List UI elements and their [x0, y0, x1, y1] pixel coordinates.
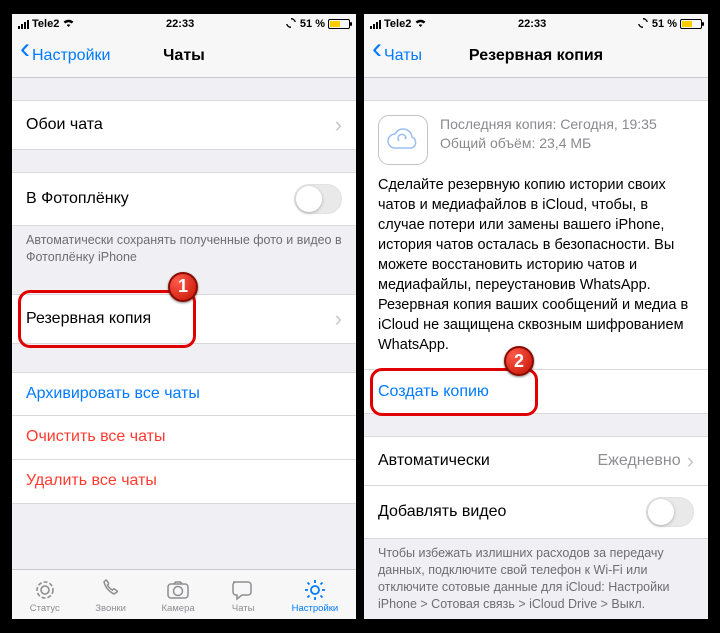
carrier-label: Tele2 — [384, 18, 411, 30]
chevron-right-icon: › — [687, 448, 694, 474]
last-backup-label: Последняя копия: Сегодня, 19:35 — [440, 115, 657, 134]
screen-backup: Tele2 22:33 51 % Чаты Резервная копия — [364, 14, 708, 619]
tab-chats[interactable]: Чаты — [230, 578, 256, 614]
clock-label: 22:33 — [166, 18, 194, 30]
status-bar: Tele2 22:33 51 % — [364, 14, 708, 34]
carrier-label: Tele2 — [32, 18, 59, 30]
sync-icon — [285, 17, 297, 32]
cell-label: Создать копию — [378, 383, 489, 401]
battery-icon — [680, 19, 702, 29]
sync-icon — [637, 17, 649, 32]
cell-label: Автоматически — [378, 452, 490, 470]
step-badge-2: 2 — [504, 346, 534, 376]
toggle-include-video[interactable] — [646, 497, 694, 527]
nav-bar: Чаты Резервная копия — [364, 34, 708, 78]
cell-create-backup[interactable]: Создать копию — [364, 370, 708, 414]
backup-description: Сделайте резервную копию истории своих ч… — [378, 175, 694, 355]
cell-value: Ежедневно — [597, 452, 686, 470]
cell-label: Резервная копия — [26, 310, 151, 328]
cell-wallpaper[interactable]: Обои чата › — [12, 100, 356, 150]
tab-settings[interactable]: Настройки — [292, 578, 339, 614]
tab-label: Чаты — [232, 603, 255, 614]
cell-label: Обои чата — [26, 116, 103, 134]
page-title: Чаты — [163, 47, 205, 65]
backup-info: Последняя копия: Сегодня, 19:35 Общий об… — [364, 100, 708, 370]
tab-camera[interactable]: Камера — [161, 578, 194, 614]
cell-clear-all[interactable]: Очистить все чаты — [12, 416, 356, 460]
wifi-icon — [414, 18, 427, 31]
chevron-right-icon: › — [335, 306, 342, 332]
cell-label: В Фотоплёнку — [26, 190, 129, 208]
cell-label: Очистить все чаты — [26, 428, 165, 446]
battery-pct-label: 51 % — [300, 18, 325, 30]
clock-label: 22:33 — [518, 18, 546, 30]
cell-label: Добавлять видео — [378, 503, 506, 521]
footer-camera-roll: Автоматически сохранять полученные фото … — [12, 226, 356, 266]
tab-label: Камера — [161, 603, 194, 614]
tab-label: Настройки — [292, 603, 339, 614]
back-label: Настройки — [32, 47, 110, 65]
screen-chats-settings: Tele2 22:33 51 % Настройки Чаты — [12, 14, 356, 619]
tab-calls[interactable]: Звонки — [95, 578, 126, 614]
back-button[interactable]: Настройки — [20, 47, 110, 65]
page-title: Резервная копия — [469, 47, 603, 65]
cell-label: Удалить все чаты — [26, 472, 157, 490]
nav-bar: Настройки Чаты — [12, 34, 356, 78]
back-label: Чаты — [384, 47, 422, 65]
cell-include-video[interactable]: Добавлять видео — [364, 486, 708, 539]
chevron-right-icon: › — [335, 112, 342, 138]
cell-save-camera-roll[interactable]: В Фотоплёнку — [12, 172, 356, 226]
back-button[interactable]: Чаты — [372, 47, 422, 65]
signal-icon — [370, 20, 381, 29]
footer-data-warning: Чтобы избежать излишних расходов за пере… — [364, 539, 708, 613]
step-badge-1: 1 — [168, 272, 198, 302]
tab-bar: Статус Звонки Камера Чаты Настройки — [12, 569, 356, 619]
cell-delete-all[interactable]: Удалить все чаты — [12, 460, 356, 504]
tab-label: Звонки — [95, 603, 126, 614]
tab-label: Статус — [30, 603, 60, 614]
tab-status[interactable]: Статус — [30, 578, 60, 614]
chevron-left-icon — [372, 47, 382, 65]
content-scroll[interactable]: Последняя копия: Сегодня, 19:35 Общий об… — [364, 78, 708, 619]
total-size-label: Общий объём: 23,4 МБ — [440, 134, 657, 153]
battery-icon — [328, 19, 350, 29]
cell-auto-backup[interactable]: Автоматически Ежедневно › — [364, 436, 708, 486]
battery-pct-label: 51 % — [652, 18, 677, 30]
chevron-left-icon — [20, 47, 30, 65]
signal-icon — [18, 20, 29, 29]
content-scroll[interactable]: Обои чата › В Фотоплёнку Автоматически с… — [12, 78, 356, 569]
wifi-icon — [62, 18, 75, 31]
status-bar: Tele2 22:33 51 % — [12, 14, 356, 34]
cell-label: Архивировать все чаты — [26, 385, 200, 403]
cloud-icon — [378, 115, 428, 165]
toggle-save-camera-roll[interactable] — [294, 184, 342, 214]
cell-archive-all[interactable]: Архивировать все чаты — [12, 372, 356, 416]
